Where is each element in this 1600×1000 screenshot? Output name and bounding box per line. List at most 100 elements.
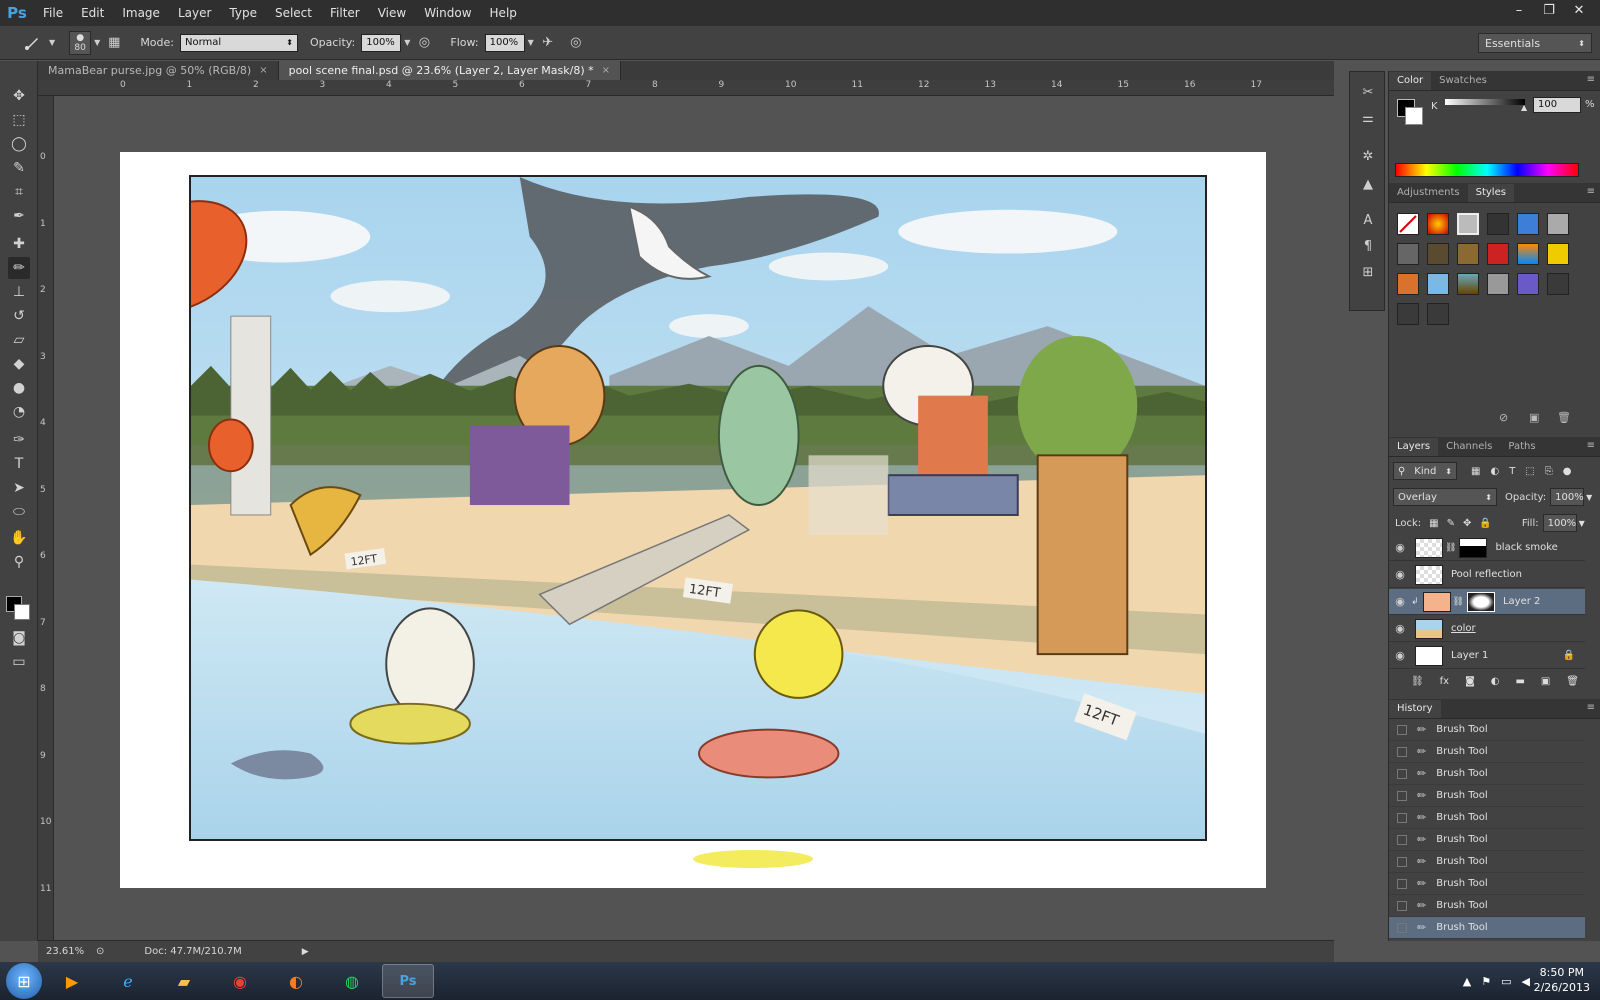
volume-icon[interactable]: ◀ <box>1522 975 1530 988</box>
mode-select[interactable]: Normal ⬍ <box>180 33 298 52</box>
history-snapshot-checkbox[interactable] <box>1397 900 1407 911</box>
quick-select-tool-icon[interactable]: ✎ <box>8 157 30 179</box>
history-item[interactable]: ✏ Brush Tool <box>1389 719 1585 741</box>
adjustment-filter-icon[interactable]: ◐ <box>1490 466 1499 477</box>
type-tool-icon[interactable]: T <box>8 453 30 475</box>
airbrush-icon[interactable]: ✈ <box>538 33 558 53</box>
type-filter-icon[interactable]: T <box>1509 466 1515 477</box>
internet-explorer-icon[interactable]: e <box>102 964 154 998</box>
brush-tool-icon[interactable]: ✏ <box>8 257 30 279</box>
color-spectrum-ramp[interactable] <box>1395 163 1579 177</box>
pressure-opacity-icon[interactable]: ◎ <box>414 33 434 53</box>
zoom-tool-icon[interactable]: ⚲ <box>8 551 30 573</box>
menu-file[interactable]: File <box>34 0 72 26</box>
k-channel-slider[interactable]: ▲ <box>1445 99 1527 112</box>
style-swatch[interactable] <box>1517 273 1539 295</box>
menu-image[interactable]: Image <box>113 0 169 26</box>
brush-preset-picker[interactable]: ● 80 <box>69 30 92 55</box>
blend-mode-select[interactable]: Overlay ⬍ <box>1393 488 1497 506</box>
horizontal-ruler[interactable]: 0 1 2 3 4 5 6 7 8 9 10 11 12 13 14 15 16 17 <box>38 80 1334 96</box>
visibility-eye-icon[interactable]: ◉ <box>1389 622 1411 635</box>
history-snapshot-checkbox[interactable] <box>1397 746 1407 757</box>
tab-paths[interactable]: Paths <box>1500 438 1543 456</box>
tool-presets-icon[interactable]: ▲ <box>1358 174 1378 194</box>
close-button[interactable]: ✕ <box>1564 0 1594 22</box>
system-clock[interactable]: 8:50 PM 2/26/2013 <box>1534 965 1590 995</box>
background-color-swatch[interactable] <box>14 604 30 620</box>
photoshop-taskbar-icon[interactable]: Ps <box>382 964 434 998</box>
flow-field[interactable]: 100% <box>484 33 525 52</box>
brush-panel-toggle-icon[interactable]: ▦ <box>104 33 124 53</box>
layer-opacity-caret-icon[interactable]: ▼ <box>1586 493 1592 502</box>
zoom-level-field[interactable]: 23.61% <box>38 946 90 957</box>
pressure-size-icon[interactable]: ◎ <box>566 33 586 53</box>
action-center-icon[interactable]: ⚑ <box>1481 975 1491 988</box>
paragraph-panel-icon[interactable]: ¶ <box>1358 236 1378 256</box>
healing-tool-icon[interactable]: ✚ <box>8 233 30 255</box>
tab-color[interactable]: Color <box>1389 72 1432 90</box>
menu-edit[interactable]: Edit <box>72 0 113 26</box>
panel-menu-icon[interactable]: ≡ <box>1587 74 1595 85</box>
layer-comps-icon[interactable]: ⊞ <box>1358 262 1378 282</box>
crop-tool-icon[interactable]: ⌗ <box>8 181 30 203</box>
tab-pool-scene[interactable]: pool scene final.psd @ 23.6% (Layer 2, L… <box>278 61 622 80</box>
minimize-button[interactable]: – <box>1504 0 1534 22</box>
menu-window[interactable]: Window <box>415 0 480 26</box>
history-item[interactable]: ✏ Brush Tool <box>1389 807 1585 829</box>
tab-styles[interactable]: Styles <box>1467 184 1514 202</box>
history-item[interactable]: ✏ Brush Tool <box>1389 763 1585 785</box>
tab-layers[interactable]: Layers <box>1389 438 1439 456</box>
history-snapshot-checkbox[interactable] <box>1397 724 1407 735</box>
style-swatch[interactable] <box>1397 273 1419 295</box>
style-swatch[interactable] <box>1457 213 1479 235</box>
visibility-eye-icon[interactable]: ◉ <box>1389 568 1411 581</box>
screen-mode-icon[interactable]: ▭ <box>8 651 30 673</box>
opacity-caret-icon[interactable]: ▼ <box>404 38 410 47</box>
lock-transparency-icon[interactable]: ▦ <box>1429 518 1438 529</box>
brush-presets-icon[interactable]: ⚌ <box>1358 108 1378 128</box>
menu-help[interactable]: Help <box>481 0 526 26</box>
status-menu-arrow-icon[interactable]: ▶ <box>302 947 309 957</box>
style-swatch[interactable] <box>1547 213 1569 235</box>
panel-menu-icon[interactable]: ≡ <box>1587 702 1595 713</box>
tab-mamabear-purse[interactable]: MamaBear purse.jpg @ 50% (RGB/8) × <box>38 61 279 80</box>
layer-mask-thumbnail[interactable] <box>1466 591 1495 612</box>
spotify-icon[interactable]: ◍ <box>326 964 378 998</box>
history-snapshot-checkbox[interactable] <box>1397 768 1407 779</box>
lock-all-icon[interactable]: 🔒 <box>1479 518 1491 529</box>
flow-caret-icon[interactable]: ▼ <box>528 38 534 47</box>
tray-expand-icon[interactable]: ▲ <box>1463 975 1471 988</box>
tab-history[interactable]: History <box>1389 700 1441 718</box>
start-button-icon[interactable]: ⊞ <box>6 963 42 999</box>
visibility-eye-icon[interactable]: ◉ <box>1389 541 1411 554</box>
chrome-icon[interactable]: ◉ <box>214 964 266 998</box>
style-swatch[interactable] <box>1427 213 1449 235</box>
fill-caret-icon[interactable]: ▼ <box>1579 519 1585 528</box>
history-snapshot-checkbox[interactable] <box>1397 922 1407 933</box>
k-channel-input[interactable]: 100 <box>1533 97 1581 113</box>
link-layers-icon[interactable]: ⛓ <box>1411 676 1424 687</box>
tab-channels[interactable]: Channels <box>1438 438 1500 456</box>
menu-select[interactable]: Select <box>266 0 321 26</box>
history-snapshot-checkbox[interactable] <box>1397 790 1407 801</box>
layer-row-color[interactable]: ◉ color <box>1389 616 1585 642</box>
restore-button[interactable]: ❐ <box>1534 0 1564 22</box>
menu-filter[interactable]: Filter <box>321 0 369 26</box>
history-snapshot-checkbox[interactable] <box>1397 812 1407 823</box>
firefox-icon[interactable]: ◐ <box>270 964 322 998</box>
menu-type[interactable]: Type <box>220 0 266 26</box>
style-none-swatch[interactable] <box>1397 213 1419 235</box>
history-item[interactable]: ✏ Brush Tool <box>1389 785 1585 807</box>
delete-layer-icon[interactable]: 🗑 <box>1566 676 1579 687</box>
tab-close-icon[interactable]: × <box>602 61 610 80</box>
workspace-select[interactable]: Essentials ⬍ <box>1478 33 1592 53</box>
display-icon[interactable]: ▭ <box>1501 975 1511 988</box>
style-swatch[interactable] <box>1487 273 1509 295</box>
tab-swatches[interactable]: Swatches <box>1431 72 1495 90</box>
history-snapshot-checkbox[interactable] <box>1397 856 1407 867</box>
style-swatch[interactable] <box>1397 243 1419 265</box>
brush-panel-icon[interactable]: ✂ <box>1358 82 1378 102</box>
fill-field[interactable]: 100% <box>1542 514 1577 532</box>
background-color-swatch[interactable] <box>1405 107 1423 125</box>
blur-tool-icon[interactable]: ● <box>8 377 30 399</box>
